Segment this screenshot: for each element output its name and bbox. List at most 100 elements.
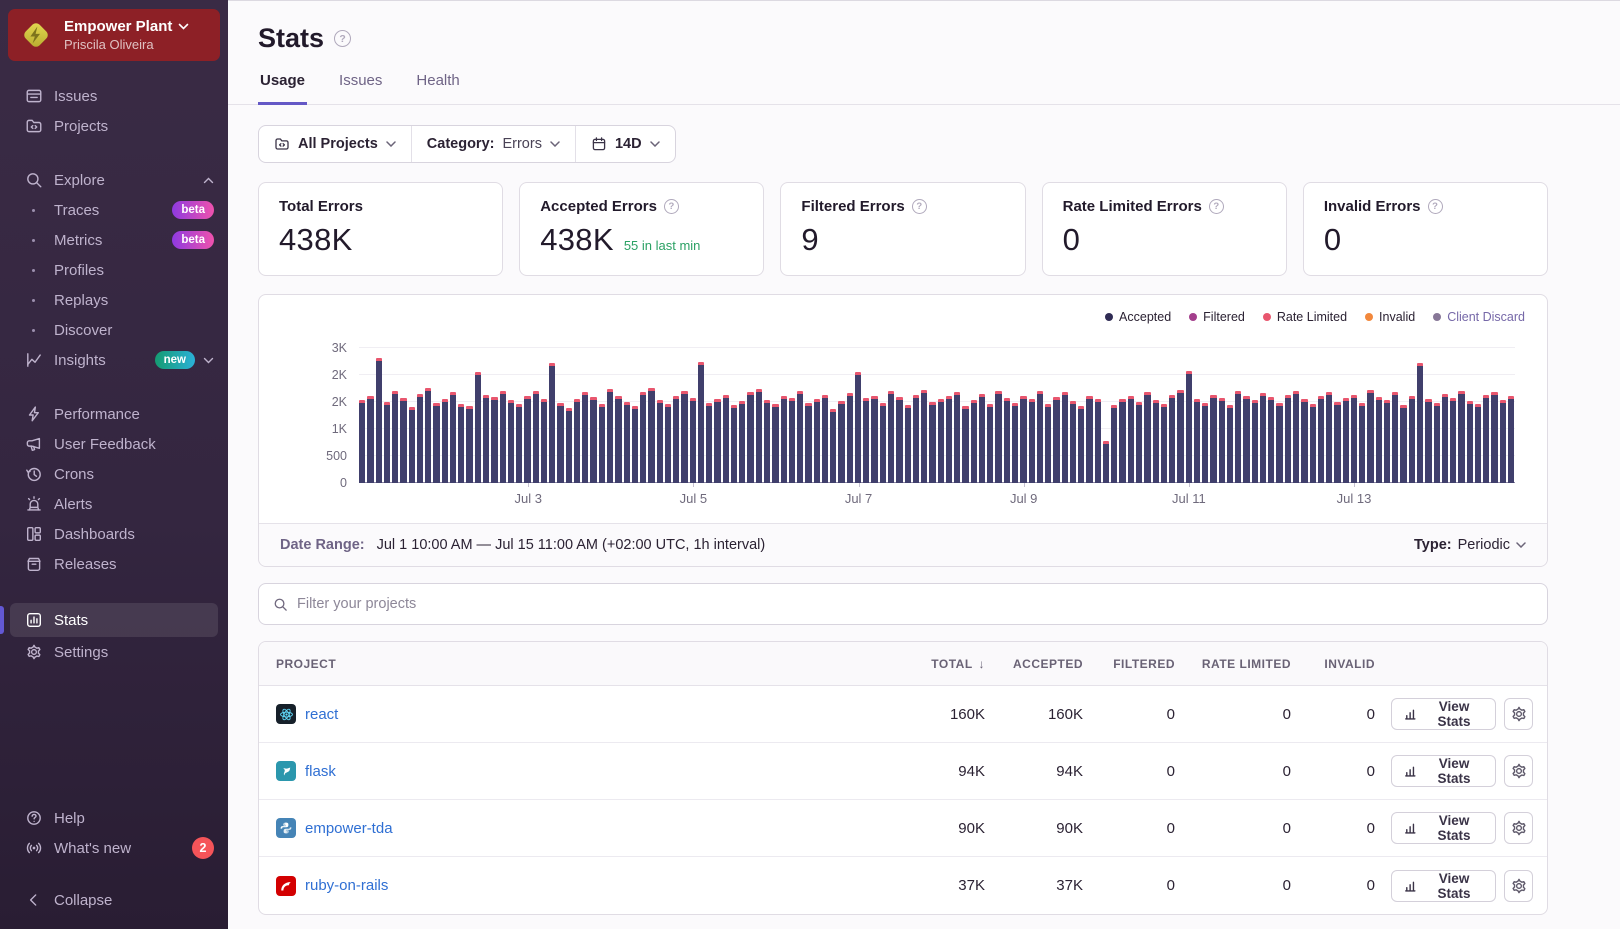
bar: [821, 394, 829, 483]
sidebar-item-user-feedback[interactable]: User Feedback: [0, 429, 228, 459]
bar: [1036, 391, 1044, 483]
sidebar-item-issues[interactable]: Issues: [0, 81, 228, 111]
project-filter-input[interactable]: [297, 596, 1533, 612]
help-icon[interactable]: ?: [911, 199, 927, 214]
sidebar-item-settings[interactable]: Settings: [0, 637, 228, 667]
bar: [871, 395, 878, 483]
date-range-selector[interactable]: 14D: [574, 126, 675, 162]
legend-item-accepted[interactable]: Accepted: [1105, 310, 1171, 324]
help-icon[interactable]: ?: [663, 199, 679, 214]
legend-item-rate-limited[interactable]: Rate Limited: [1262, 310, 1347, 324]
chevron-down-icon: [649, 141, 660, 147]
project-link[interactable]: ruby-on-rails: [305, 877, 388, 894]
bar: [1235, 391, 1242, 483]
bar: [1185, 370, 1192, 483]
view-stats-button[interactable]: View Stats: [1391, 698, 1497, 730]
column-header-invalid[interactable]: INVALID: [1299, 657, 1383, 671]
type-selector[interactable]: Type: Periodic: [1414, 537, 1526, 553]
sidebar-item-collapse[interactable]: Collapse: [0, 885, 228, 915]
sidebar-item-label: Profiles: [54, 261, 105, 279]
sidebar-item-profiles[interactable]: Profiles: [0, 255, 228, 285]
x-axis-tick: [858, 483, 860, 487]
bar: [730, 405, 738, 483]
sidebar-item-traces[interactable]: Traces beta: [0, 195, 228, 225]
chart-x-axis: Jul 3 Jul 5 Jul 7 Jul 9 Jul 11 Jul 13: [359, 483, 1515, 513]
sidebar-item-help[interactable]: Help: [0, 803, 228, 833]
sidebar-item-crons[interactable]: Crons: [0, 459, 228, 489]
category-selector[interactable]: Category: Errors: [410, 126, 575, 162]
sidebar-item-replays[interactable]: Replays: [0, 285, 228, 315]
tab-health[interactable]: Health: [414, 72, 461, 104]
project-settings-button[interactable]: [1504, 755, 1533, 787]
bar: [805, 402, 812, 483]
view-stats-button[interactable]: View Stats: [1391, 755, 1497, 787]
legend-label: Accepted: [1119, 310, 1172, 324]
sidebar-section: Explore Traces beta Metrics beta Profiles Repl…: [0, 161, 228, 379]
help-icon[interactable]: ?: [1427, 199, 1443, 214]
column-header-total[interactable]: TOTAL ↓: [881, 657, 993, 671]
bar: [788, 397, 796, 483]
bar: [598, 403, 605, 483]
legend-dot-icon: [1105, 313, 1114, 321]
project-selector[interactable]: All Projects: [259, 126, 411, 162]
table-header: PROJECT TOTAL ↓ ACCEPTED FILTERED RATE LIMIT…: [259, 642, 1547, 686]
sidebar-item-metrics[interactable]: Metrics beta: [0, 225, 228, 255]
sidebar-item-discover[interactable]: Discover: [0, 315, 228, 345]
help-icon[interactable]: ?: [1208, 199, 1224, 214]
project-filter-box: [258, 583, 1548, 625]
bar: [1094, 398, 1101, 483]
column-header-project[interactable]: PROJECT: [259, 657, 881, 671]
view-stats-label: View Stats: [1437, 813, 1471, 843]
bar: [383, 402, 391, 483]
sidebar-item-alerts[interactable]: Alerts: [0, 489, 228, 519]
bar: [1218, 397, 1225, 483]
bar: [1491, 391, 1498, 483]
releases-icon: [24, 555, 43, 574]
project-settings-button[interactable]: [1504, 698, 1533, 730]
legend-item-invalid[interactable]: Invalid: [1365, 310, 1415, 324]
bar: [582, 392, 589, 483]
cell-accepted: 160K: [1047, 705, 1083, 723]
project-settings-button[interactable]: [1504, 869, 1533, 902]
cell-rate_limited: 0: [1282, 705, 1291, 723]
bar: [565, 408, 572, 483]
view-stats-button[interactable]: View Stats: [1391, 869, 1497, 902]
sidebar-item-projects[interactable]: Projects: [0, 111, 228, 141]
project-settings-button[interactable]: [1504, 812, 1533, 844]
bar: [449, 391, 457, 483]
column-header-accepted[interactable]: ACCEPTED: [993, 657, 1091, 671]
bar: [995, 390, 1002, 483]
legend-item-client-discard[interactable]: Client Discard: [1433, 310, 1525, 324]
sidebar-item-what-s-new[interactable]: What's new 2: [0, 833, 228, 863]
sidebar-item-stats[interactable]: Stats: [10, 603, 218, 637]
bar-chart-icon: [1404, 707, 1418, 721]
project-link[interactable]: react: [305, 706, 338, 723]
footer-gap: [0, 863, 228, 885]
stat-card-value: 438K: [540, 222, 614, 257]
x-axis-label: Jul 13: [1336, 491, 1372, 506]
project-link[interactable]: empower-tda: [305, 820, 393, 837]
bar: [1111, 404, 1118, 483]
legend-item-filtered[interactable]: Filtered: [1189, 310, 1245, 324]
column-header-filtered[interactable]: FILTERED: [1091, 657, 1183, 671]
project-link[interactable]: flask: [305, 763, 336, 780]
view-stats-button[interactable]: View Stats: [1391, 812, 1497, 844]
sidebar-item-insights[interactable]: Insights new: [0, 345, 228, 375]
bar: [1020, 395, 1027, 483]
legend-dot-icon: [1262, 313, 1271, 321]
sidebar-item-explore[interactable]: Explore: [0, 165, 228, 195]
sidebar-item-performance[interactable]: Performance: [0, 399, 228, 429]
column-header-rate-limited[interactable]: RATE LIMITED: [1183, 657, 1299, 671]
sidebar-item-releases[interactable]: Releases: [0, 549, 228, 579]
cell-total: 94K: [958, 762, 985, 780]
x-axis-label: Jul 3: [514, 491, 542, 506]
org-switcher[interactable]: Empower Plant Priscila Oliveira: [8, 9, 220, 61]
bar: [1045, 404, 1052, 483]
tab-issues[interactable]: Issues: [337, 72, 384, 104]
folder-icon: [274, 136, 290, 152]
sidebar-item-dashboards[interactable]: Dashboards: [0, 519, 228, 549]
usage-bar-chart[interactable]: 0 500 1K 2K 2K 3K: [326, 340, 1515, 490]
tab-usage[interactable]: Usage: [258, 72, 308, 105]
page-help-icon[interactable]: ?: [334, 30, 352, 47]
bar: [764, 400, 771, 483]
